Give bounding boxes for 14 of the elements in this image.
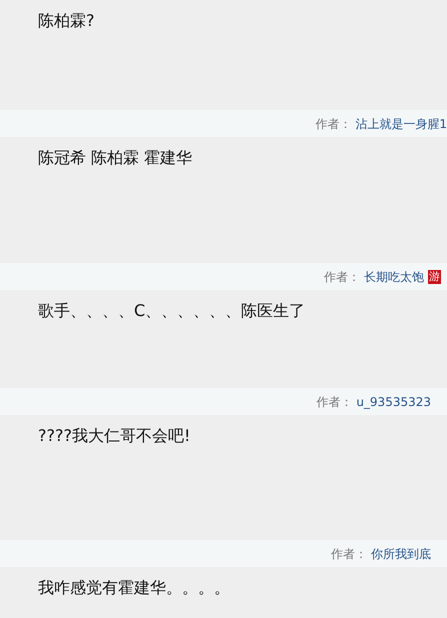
author-label: 作者： [316, 394, 352, 410]
post-text: ????我大仁哥不会吧! [38, 426, 190, 445]
author-label: 作者： [324, 268, 360, 286]
author-link[interactable]: 沾上就是一身腥1 [355, 114, 447, 132]
author-link[interactable]: 你所我到底 [371, 544, 431, 562]
post-text: 我咋感觉有霍建华。。。。 [38, 578, 230, 597]
post-text: 歌手、、、、C、、、、、、陈医生了 [38, 301, 306, 320]
author-link[interactable]: 长期吃太饱 [364, 268, 424, 286]
author-label: 作者： [331, 546, 367, 562]
user-badge: 游 [428, 270, 441, 284]
author-link[interactable]: u_93535323 [356, 392, 431, 410]
author-label: 作者： [315, 116, 352, 132]
post-text: 陈冠希 陈柏霖 霍建华 [38, 148, 192, 167]
post-text: 陈柏霖? [38, 11, 94, 30]
